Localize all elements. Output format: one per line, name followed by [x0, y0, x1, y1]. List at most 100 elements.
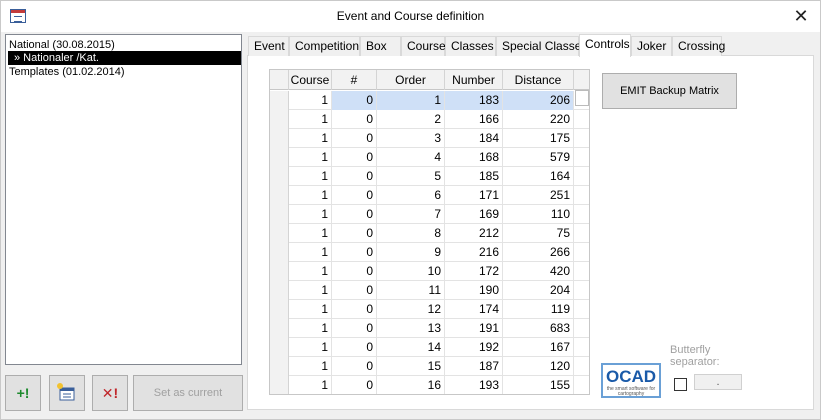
table-row[interactable]: 1 0 2 166 220 [270, 110, 589, 129]
tab-crossing[interactable]: Crossing [672, 36, 725, 56]
tree-item[interactable]: National (30.08.2015) [9, 38, 115, 52]
table-row[interactable]: 1 0 9 216 266 [270, 243, 589, 262]
table-row[interactable]: 1 0 1 183 206 [270, 91, 589, 110]
table-cell[interactable]: 6 [377, 186, 445, 205]
table-cell[interactable]: 0 [332, 300, 377, 319]
table-row[interactable]: 1 0 14 192 167 [270, 338, 589, 357]
table-row[interactable]: 1 0 13 191 683 [270, 319, 589, 338]
table-row[interactable]: 1 0 11 190 204 [270, 281, 589, 300]
table-cell[interactable]: 0 [332, 376, 377, 394]
table-cell[interactable]: 185 [445, 167, 503, 186]
table-cell[interactable]: 1 [289, 129, 332, 148]
table-cell[interactable]: 0 [332, 319, 377, 338]
table-cell[interactable]: 171 [445, 186, 503, 205]
tab-special-classes[interactable]: Special Classes [496, 36, 587, 56]
row-selector[interactable] [270, 205, 289, 224]
table-cell[interactable]: 216 [445, 243, 503, 262]
table-cell[interactable]: 0 [332, 167, 377, 186]
row-selector[interactable] [270, 243, 289, 262]
tab-joker[interactable]: Joker [631, 36, 672, 56]
table-cell[interactable]: 206 [503, 91, 574, 110]
table-cell[interactable]: 1 [289, 91, 332, 110]
table-cell[interactable]: 1 [289, 319, 332, 338]
row-selector[interactable] [270, 300, 289, 319]
row-selector[interactable] [270, 167, 289, 186]
butterfly-separator-input[interactable]: . [694, 374, 742, 390]
table-cell[interactable]: 1 [289, 243, 332, 262]
grid-select-all[interactable] [270, 70, 289, 90]
add-button[interactable]: +! [5, 375, 41, 411]
table-cell[interactable]: 212 [445, 224, 503, 243]
row-selector[interactable] [270, 110, 289, 129]
table-cell[interactable]: 7 [377, 205, 445, 224]
table-cell[interactable]: 1 [289, 205, 332, 224]
table-cell[interactable]: 251 [503, 186, 574, 205]
table-cell[interactable]: 220 [503, 110, 574, 129]
table-row[interactable]: 1 0 16 193 155 [270, 376, 589, 394]
table-cell[interactable]: 1 [289, 376, 332, 394]
table-cell[interactable]: 1 [289, 186, 332, 205]
table-cell[interactable]: 0 [332, 129, 377, 148]
table-cell[interactable]: 9 [377, 243, 445, 262]
table-cell[interactable]: 0 [332, 338, 377, 357]
table-cell[interactable]: 204 [503, 281, 574, 300]
column-header[interactable]: Distance [503, 70, 574, 90]
table-cell[interactable]: 193 [445, 376, 503, 394]
table-cell[interactable]: 168 [445, 148, 503, 167]
table-cell[interactable]: 0 [332, 110, 377, 129]
table-cell[interactable]: 75 [503, 224, 574, 243]
table-cell[interactable]: 1 [289, 148, 332, 167]
table-cell[interactable]: 11 [377, 281, 445, 300]
edit-button[interactable] [49, 375, 85, 411]
table-cell[interactable]: 164 [503, 167, 574, 186]
table-cell[interactable]: 1 [289, 110, 332, 129]
row-selector[interactable] [270, 129, 289, 148]
butterfly-checkbox[interactable] [674, 378, 687, 391]
tree-item[interactable]: » Nationaler /Kat. [8, 51, 241, 65]
tab-classes[interactable]: Classes [445, 36, 496, 56]
row-selector[interactable] [270, 376, 289, 394]
table-cell[interactable]: 14 [377, 338, 445, 357]
table-cell[interactable]: 190 [445, 281, 503, 300]
table-cell[interactable]: 1 [289, 224, 332, 243]
table-cell[interactable]: 155 [503, 376, 574, 394]
table-cell[interactable]: 0 [332, 186, 377, 205]
table-cell[interactable]: 1 [377, 91, 445, 110]
row-selector[interactable] [270, 186, 289, 205]
table-row[interactable]: 1 0 8 212 75 [270, 224, 589, 243]
table-cell[interactable]: 0 [332, 148, 377, 167]
table-cell[interactable]: 13 [377, 319, 445, 338]
table-row[interactable]: 1 0 5 185 164 [270, 167, 589, 186]
table-row[interactable]: 1 0 6 171 251 [270, 186, 589, 205]
table-cell[interactable]: 420 [503, 262, 574, 281]
grid-scroll-thumb[interactable] [575, 90, 589, 106]
row-selector[interactable] [270, 357, 289, 376]
table-cell[interactable]: 0 [332, 281, 377, 300]
table-cell[interactable]: 4 [377, 148, 445, 167]
table-cell[interactable]: 167 [503, 338, 574, 357]
row-selector[interactable] [270, 148, 289, 167]
table-cell[interactable]: 579 [503, 148, 574, 167]
table-cell[interactable]: 169 [445, 205, 503, 224]
table-cell[interactable]: 683 [503, 319, 574, 338]
table-cell[interactable]: 8 [377, 224, 445, 243]
table-cell[interactable]: 0 [332, 205, 377, 224]
tab-controls[interactable]: Controls [579, 34, 631, 57]
row-selector[interactable] [270, 91, 289, 110]
row-selector[interactable] [270, 338, 289, 357]
table-cell[interactable]: 183 [445, 91, 503, 110]
table-cell[interactable]: 1 [289, 281, 332, 300]
table-row[interactable]: 1 0 3 184 175 [270, 129, 589, 148]
row-selector[interactable] [270, 319, 289, 338]
tab-course[interactable]: Course [401, 36, 446, 56]
table-cell[interactable]: 1 [289, 357, 332, 376]
table-cell[interactable]: 1 [289, 300, 332, 319]
table-cell[interactable]: 1 [289, 338, 332, 357]
table-cell[interactable]: 166 [445, 110, 503, 129]
column-header[interactable]: Course [289, 70, 332, 90]
table-cell[interactable]: 175 [503, 129, 574, 148]
table-cell[interactable]: 0 [332, 243, 377, 262]
tab-competition[interactable]: Competition [289, 36, 360, 56]
delete-button[interactable]: ✕! [92, 375, 128, 411]
table-row[interactable]: 1 0 12 174 119 [270, 300, 589, 319]
